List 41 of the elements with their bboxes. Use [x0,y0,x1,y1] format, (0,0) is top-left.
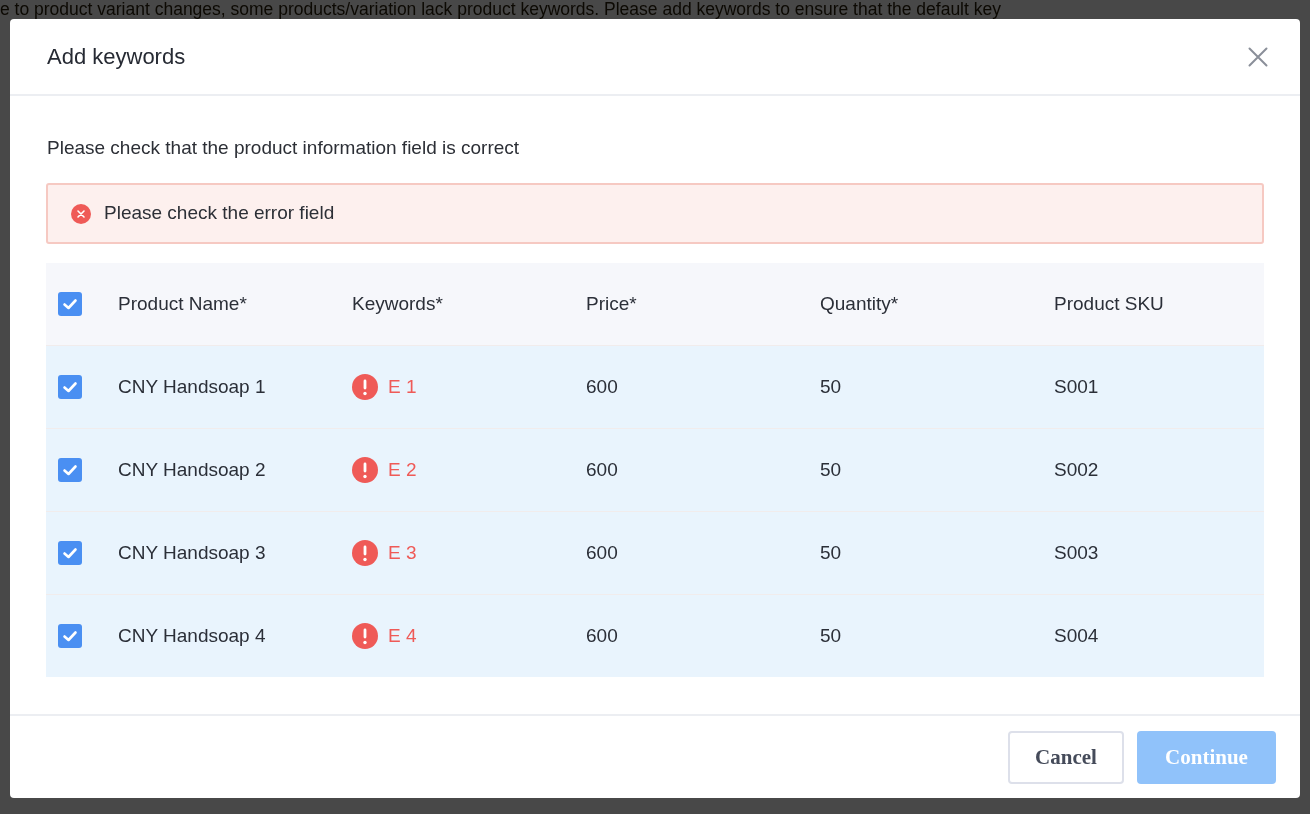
sku-text: S001 [1054,375,1099,397]
price-text: 600 [586,458,618,480]
keyword-error-text: E 2 [388,457,417,482]
checkbox[interactable] [58,624,82,648]
price-text: 600 [586,624,618,646]
sku-text: S003 [1054,541,1099,563]
product-name-text: CNY Handsoap 4 [118,624,266,646]
exclamation-icon [352,623,378,649]
checkbox[interactable] [58,541,82,565]
price-text: 600 [586,541,618,563]
quantity-text: 50 [820,375,842,397]
cancel-button[interactable]: Cancel [1008,730,1124,784]
exclamation-icon [352,457,378,483]
close-icon[interactable] [1248,46,1268,67]
sku-text: S004 [1054,624,1099,646]
checkbox[interactable] [58,375,82,399]
alert-message: Please check the error field [104,201,335,226]
background-notice-text: e to product variant changes, some products/variation lack product keywords. Please add keywords to ensure that the default key [0,0,1001,19]
product-name-text: CNY Handsoap 2 [118,458,266,480]
column-header: Quantity* [820,292,899,314]
column-header: Product SKU [1054,292,1164,314]
quantity-text: 50 [820,458,842,480]
exclamation-icon [352,540,378,566]
price-text: 600 [586,375,618,397]
column-header: Keywords* [352,292,443,314]
instruction-text: Please check that the product information field is correct [46,136,521,160]
column-header: Price* [586,292,637,314]
checkbox[interactable] [58,292,82,316]
product-name-text: CNY Handsoap 3 [118,541,266,563]
exclamation-icon [352,374,378,400]
keyword-error-text: E 4 [388,623,417,648]
keyword-error-text: E 1 [388,374,417,399]
quantity-text: 50 [820,624,842,646]
keyword-error-text: E 3 [388,540,417,565]
quantity-text: 50 [820,541,842,563]
error-icon [71,203,91,224]
product-name-text: CNY Handsoap 1 [118,375,266,397]
sku-text: S002 [1054,458,1099,480]
dialog-title: Add keywords [47,43,186,71]
checkbox[interactable] [58,458,82,482]
column-header: Product Name* [118,292,247,314]
